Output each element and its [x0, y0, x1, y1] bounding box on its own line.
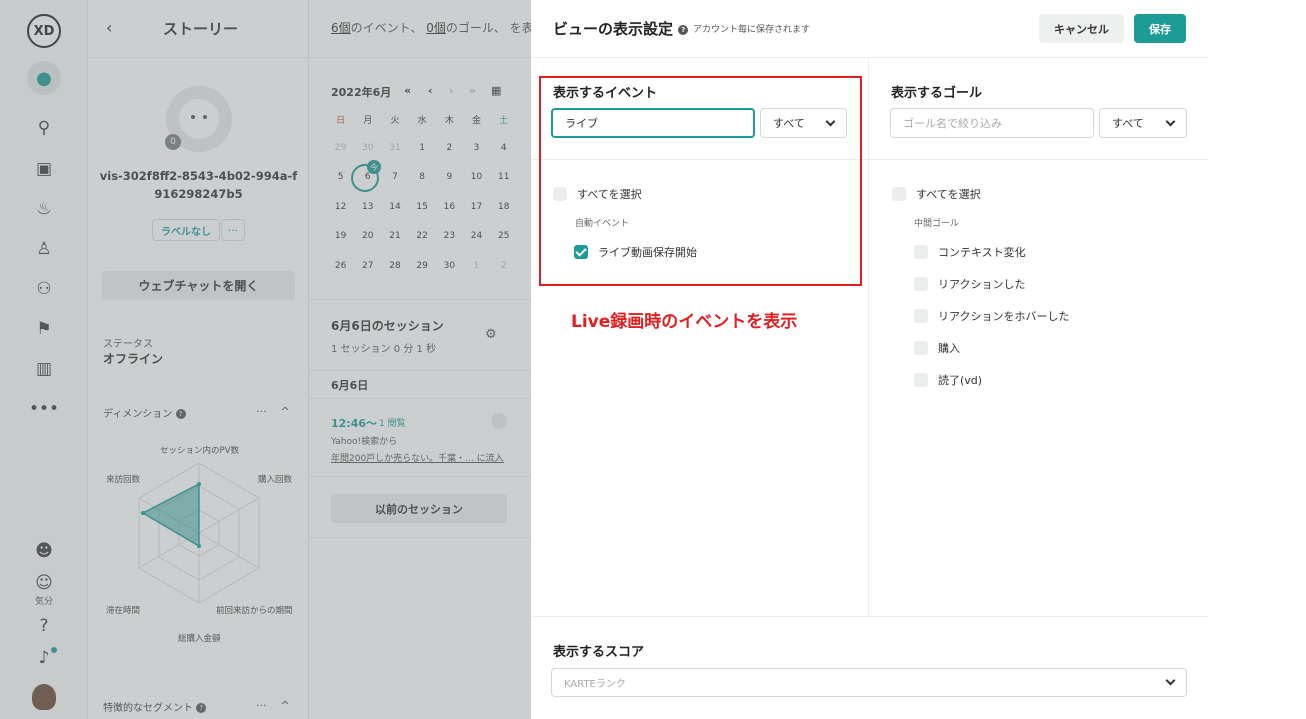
item-label: リアクションをホバーした [938, 310, 1070, 323]
highlight-box [539, 76, 862, 286]
divider [868, 58, 869, 616]
list-item[interactable]: コンテキスト変化 [914, 244, 1026, 260]
help-icon[interactable]: ? [678, 24, 689, 35]
checkbox[interactable] [914, 245, 928, 259]
dialog-title-text: ビューの表示設定 [553, 20, 674, 38]
divider [531, 616, 1208, 617]
goal-group-label: 中間ゴール [914, 219, 960, 229]
list-item[interactable]: 購入 [914, 340, 960, 356]
score-heading: 表示するスコア [553, 645, 645, 660]
item-label: 読了(vd) [938, 374, 983, 387]
list-item[interactable]: 読了(vd) [914, 372, 982, 388]
dialog-title: ビューの表示設定 ? [553, 18, 689, 39]
dialog-subtitle: アカウント毎に保存されます [693, 25, 811, 35]
checkbox[interactable] [914, 341, 928, 355]
annotation-note: Live録画時のイベントを表示 [571, 312, 798, 332]
list-item[interactable]: リアクションした [914, 276, 1025, 292]
divider [531, 57, 1208, 58]
view-settings-dialog: ビューの表示設定 ? アカウント毎に保存されます キャンセル 保存 表示するイベ… [531, 0, 1208, 719]
item-label: コンテキスト変化 [938, 246, 1026, 259]
checkbox[interactable] [914, 373, 928, 387]
score-placeholder: KARTEランク [564, 679, 626, 690]
goal-scope-select[interactable]: すべて [1099, 108, 1187, 138]
modal-backdrop[interactable] [0, 0, 531, 719]
list-item[interactable]: リアクションをホバーした [914, 308, 1069, 324]
goal-select-all[interactable]: すべてを選択 [892, 186, 981, 202]
goal-scope-value: すべて [1112, 117, 1144, 130]
score-select[interactable]: KARTEランク [551, 668, 1187, 697]
item-label: リアクションした [938, 278, 1026, 291]
checkbox[interactable] [914, 309, 928, 323]
cancel-button[interactable]: キャンセル [1039, 14, 1124, 43]
chevron-down-icon [1165, 675, 1176, 686]
save-button[interactable]: 保存 [1134, 14, 1186, 43]
goal-filter-input[interactable]: ゴール名で絞り込み [890, 108, 1094, 138]
goals-heading: 表示するゴール [891, 86, 983, 101]
checkbox[interactable] [892, 187, 906, 201]
item-label: 購入 [938, 342, 960, 355]
chevron-down-icon [1165, 116, 1176, 126]
checkbox[interactable] [914, 277, 928, 291]
select-all-label: すべてを選択 [916, 188, 981, 201]
